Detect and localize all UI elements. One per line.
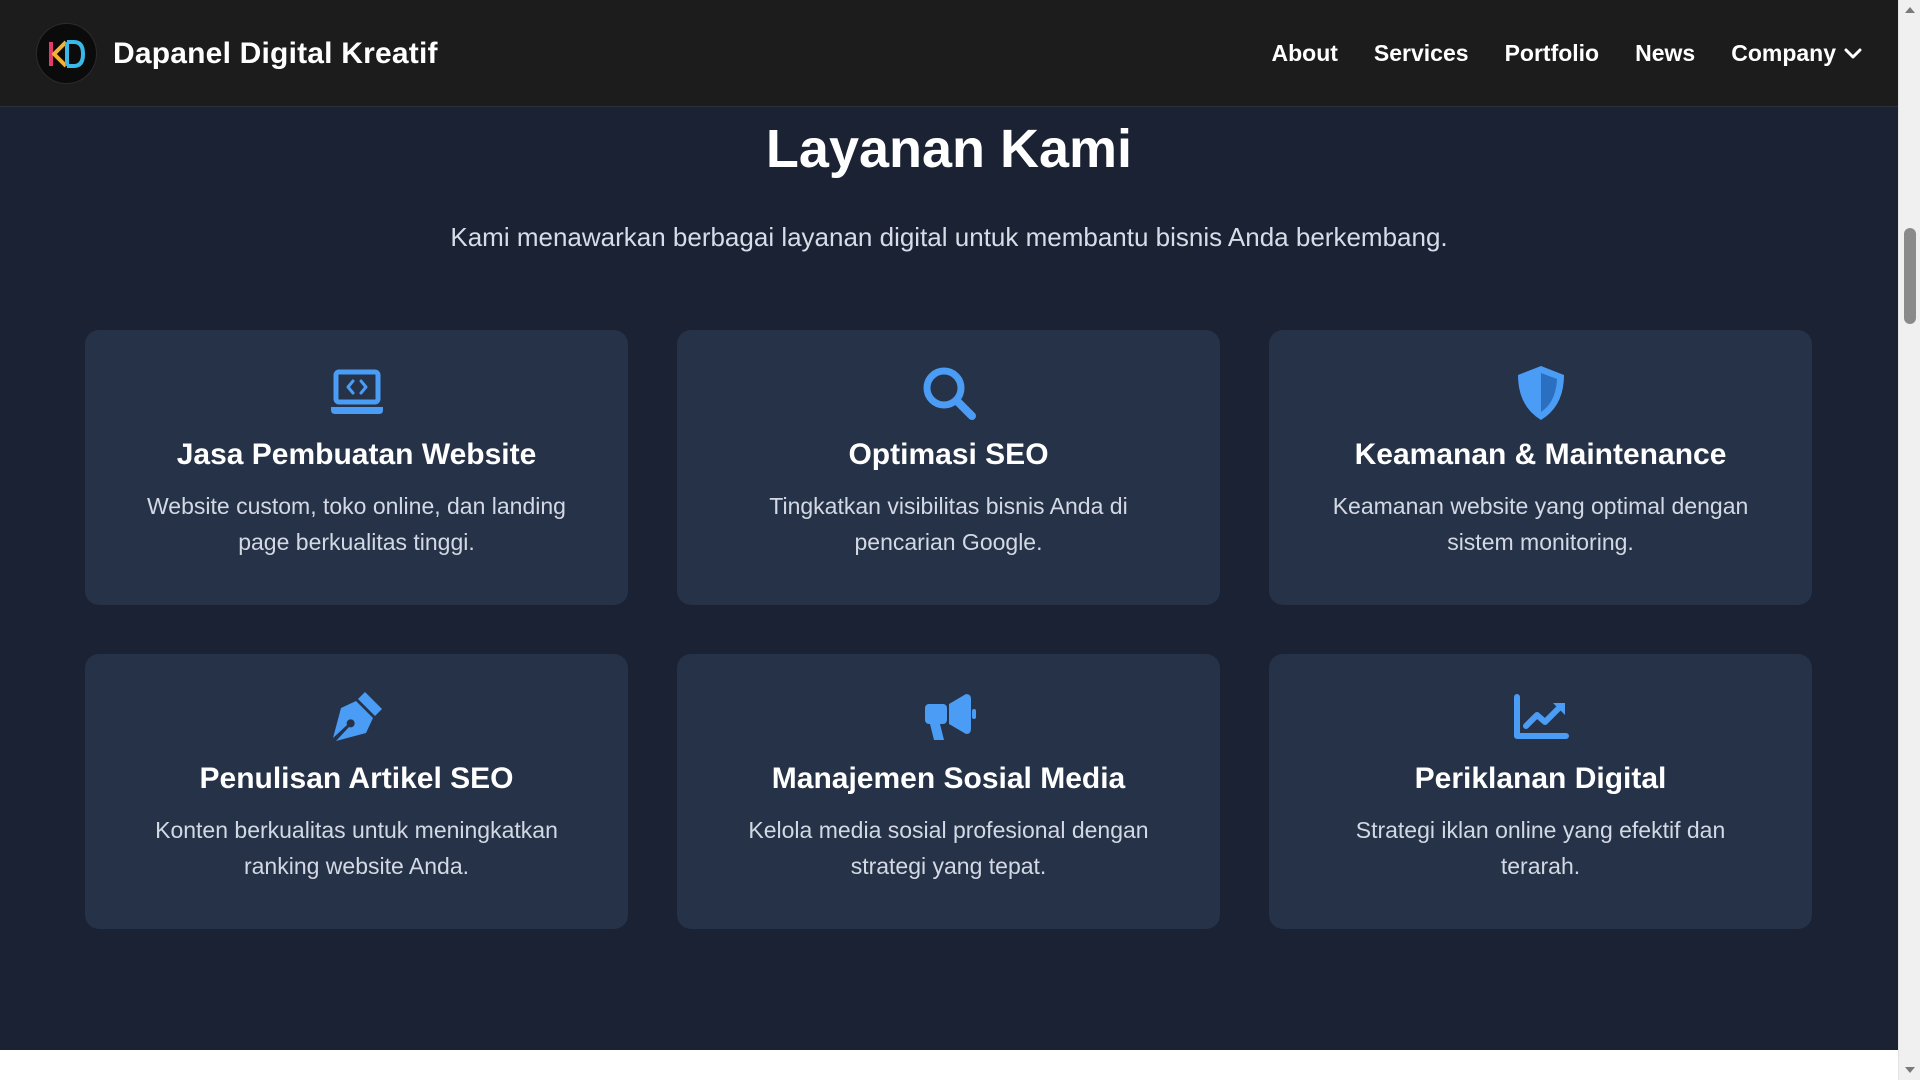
service-description: Website custom, toko online, dan landing… [147,493,566,555]
nav-news[interactable]: News [1635,40,1695,67]
service-card-social[interactable]: Manajemen Sosial Media Kelola media sosi… [677,654,1220,929]
nav-company-dropdown[interactable]: Company [1731,40,1862,67]
service-title: Manajemen Sosial Media [771,762,1126,795]
shield-icon [1269,364,1812,422]
page-scrollbar[interactable] [1898,0,1920,1080]
service-card-seo[interactable]: Optimasi SEO Tingkatkan visibilitas bisn… [677,330,1220,605]
scrollbar-thumb[interactable] [1904,228,1916,324]
chart-line-icon [1269,688,1812,746]
service-card-security[interactable]: Keamanan & Maintenance Keamanan website … [1269,330,1812,605]
nav-about[interactable]: About [1272,40,1338,67]
section-title: Layanan Kami [765,119,1133,179]
service-description: Keamanan website yang optimal dengan sis… [1332,493,1749,555]
laptop-code-icon [85,364,628,422]
service-title: Penulisan Artikel SEO [199,762,514,795]
nav-portfolio[interactable]: Portfolio [1505,40,1600,67]
next-section-edge [0,1050,1898,1080]
pen-nib-icon [85,688,628,746]
page-viewport: Dapanel Digital Kreatif About Services P… [0,0,1898,1050]
service-title: Jasa Pembuatan Website [176,438,537,471]
kd-logo-icon [36,23,97,84]
search-icon [677,364,1220,422]
scroll-down-arrow-icon[interactable] [1899,1060,1920,1080]
service-card-ads[interactable]: Periklanan Digital Strategi iklan online… [1269,654,1812,929]
main-nav: About Services Portfolio News Company [1272,0,1863,107]
services-grid: Jasa Pembuatan Website Website custom, t… [85,330,1813,929]
brand[interactable]: Dapanel Digital Kreatif [36,23,438,84]
nav-company-label: Company [1731,40,1836,66]
service-title: Keamanan & Maintenance [1354,438,1727,471]
chevron-down-icon [1844,48,1862,60]
service-description: Kelola media sosial profesional dengan s… [748,817,1149,879]
service-title: Periklanan Digital [1414,762,1667,795]
service-description: Tingkatkan visibilitas bisnis Anda di pe… [769,493,1128,555]
service-description: Strategi iklan online yang efektif dan t… [1355,817,1726,879]
service-description: Konten berkualitas untuk meningkatkan ra… [155,817,558,879]
navbar: Dapanel Digital Kreatif About Services P… [0,0,1898,107]
service-card-article[interactable]: Penulisan Artikel SEO Konten berkualitas… [85,654,628,929]
nav-services[interactable]: Services [1374,40,1469,67]
section-subtitle: Kami menawarkan berbagai layanan digital… [450,222,1448,252]
service-card-website[interactable]: Jasa Pembuatan Website Website custom, t… [85,330,628,605]
service-title: Optimasi SEO [848,438,1049,471]
scroll-up-arrow-icon[interactable] [1899,0,1920,20]
megaphone-icon [677,688,1220,746]
brand-name: Dapanel Digital Kreatif [113,36,438,70]
